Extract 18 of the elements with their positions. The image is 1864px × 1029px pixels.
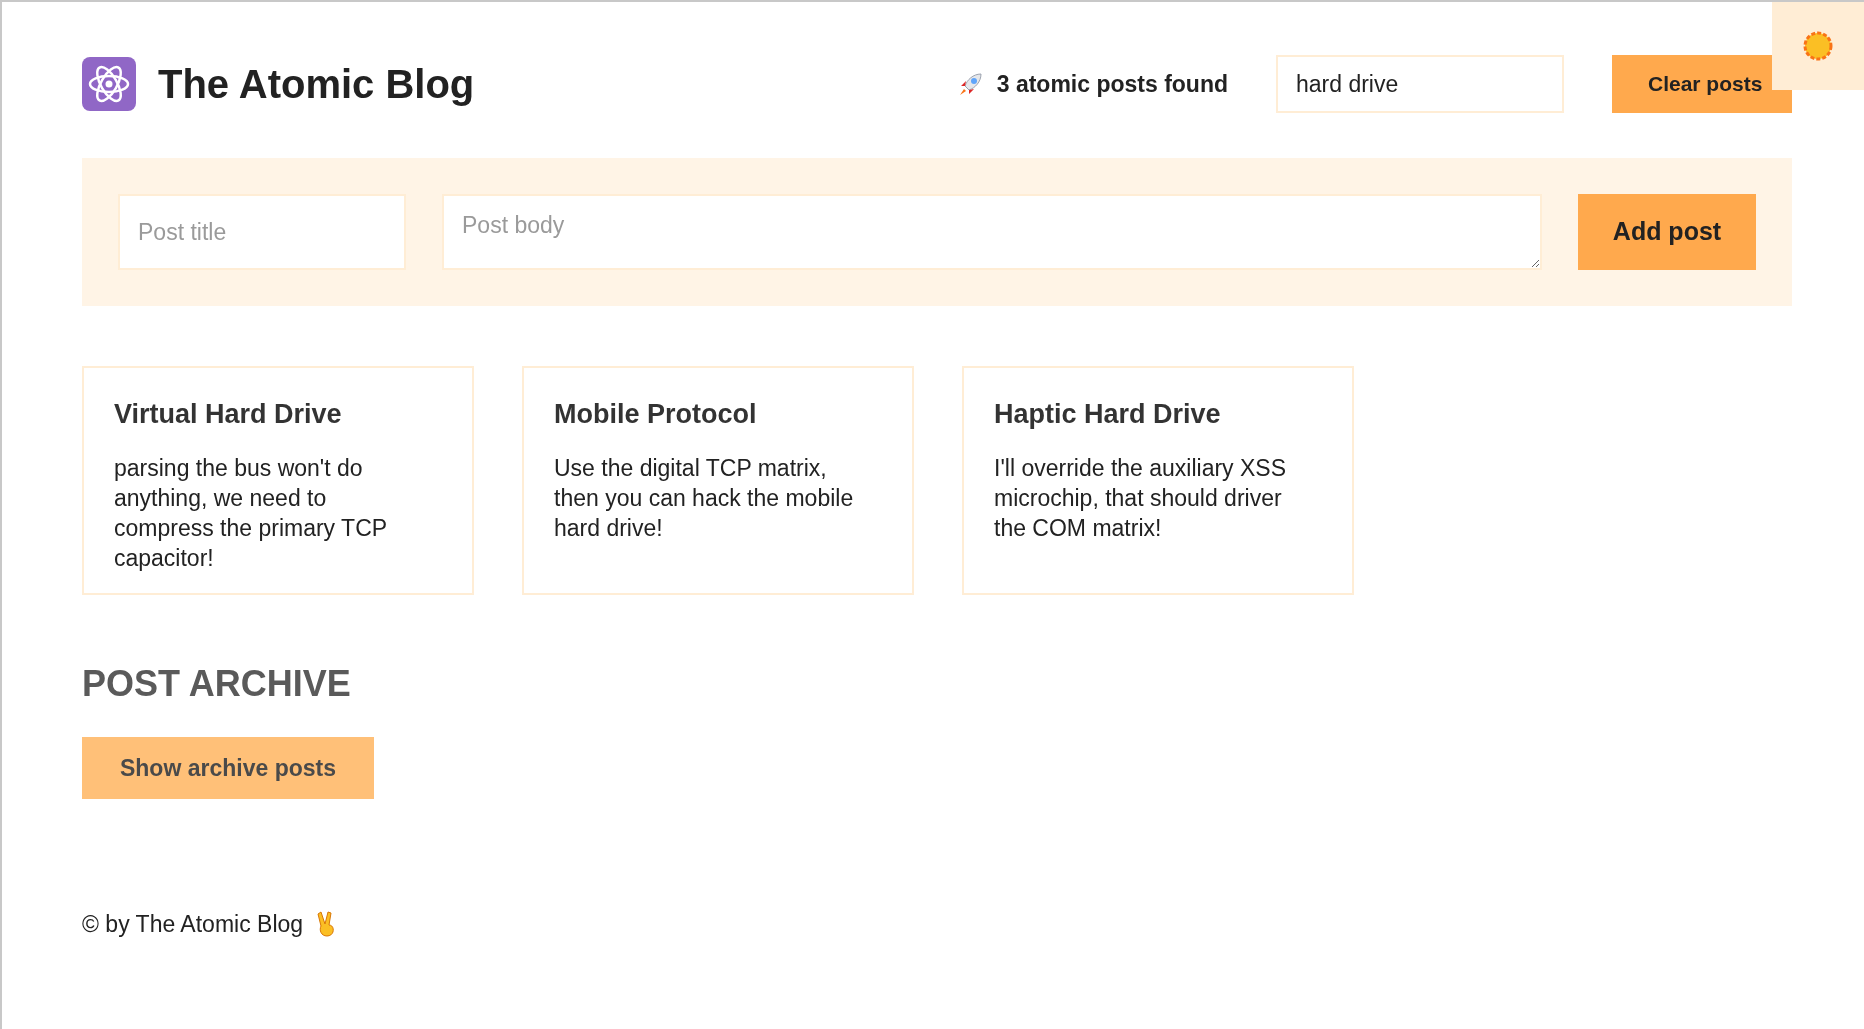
clear-posts-button[interactable]: Clear posts xyxy=(1612,55,1792,113)
post-title: Virtual Hard Drive xyxy=(114,398,343,431)
theme-toggle-button[interactable] xyxy=(1772,2,1864,90)
atom-logo-icon xyxy=(82,57,136,111)
footer-text: © by The Atomic Blog xyxy=(82,910,304,939)
archive-heading: POST ARCHIVE xyxy=(82,662,352,706)
post-body: parsing the bus won't do anything, we need to compress the primary TCP capacitor! xyxy=(114,453,388,573)
search-field[interactable]: hard drive xyxy=(1276,55,1564,113)
add-post-button[interactable]: Add post xyxy=(1578,194,1756,270)
post-body: Use the digital TCP matrix, then you can hack the mobile hard drive! xyxy=(554,453,855,543)
post-title: Haptic Hard Drive xyxy=(994,398,1222,431)
post-title: Mobile Protocol xyxy=(554,398,758,431)
post-title-field[interactable]: Post title xyxy=(118,194,406,270)
show-archive-button[interactable]: Show archive posts xyxy=(82,737,374,799)
results-count: 3 atomic posts found xyxy=(996,69,1228,99)
blog-title: The Atomic Blog xyxy=(158,61,475,108)
post-body: I'll override the auxiliary XSS microchip, that should driver the COM matrix! xyxy=(994,453,1287,543)
post-body-field[interactable]: Post body xyxy=(442,194,1542,270)
